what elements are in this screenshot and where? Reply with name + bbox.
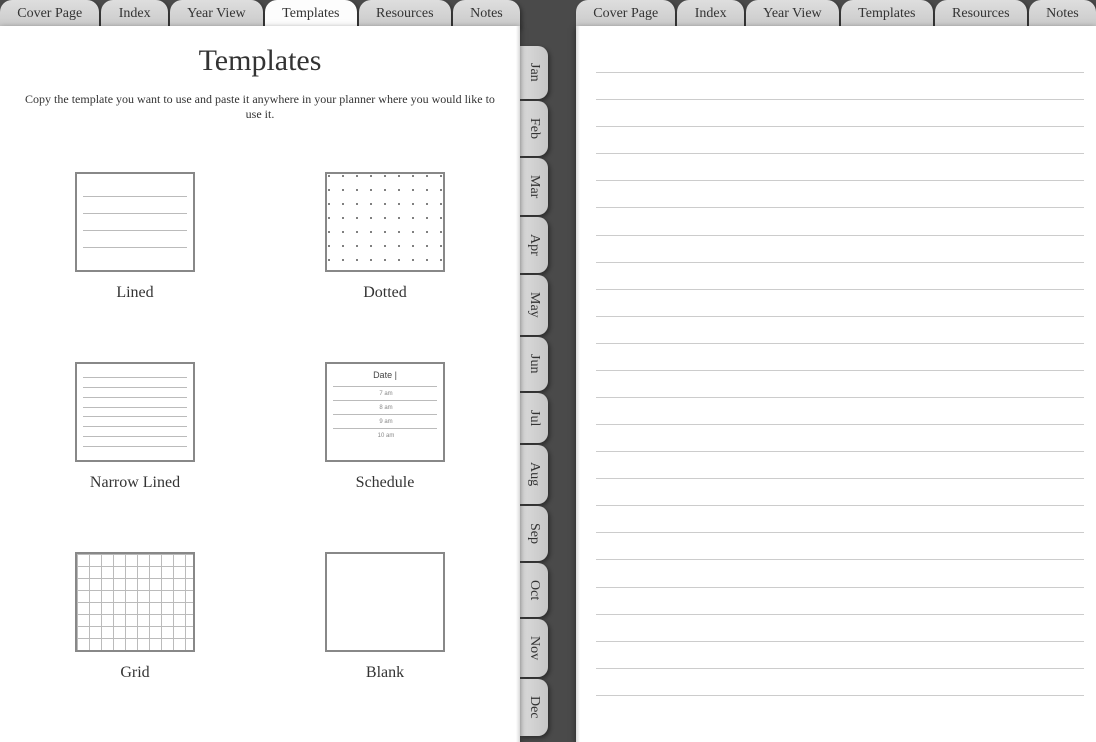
template-label: Blank (320, 664, 450, 682)
tab-resources[interactable]: Resources (359, 0, 451, 28)
template-label: Dotted (320, 284, 450, 302)
template-dotted[interactable]: Dotted (320, 172, 450, 302)
template-preview-blank (325, 552, 445, 652)
template-blank[interactable]: Blank (320, 552, 450, 682)
top-tabs-left: Cover Page Index Year View Templates Res… (0, 0, 520, 28)
tab-label: Cover Page (593, 6, 658, 22)
month-tab-may[interactable]: May (520, 275, 548, 335)
template-grid[interactable]: Grid (70, 552, 200, 682)
tab-label: Year View (187, 6, 246, 22)
tab-cover-page[interactable]: Cover Page (0, 0, 99, 28)
tab-templates[interactable]: Templates (265, 0, 357, 28)
month-tab-nov[interactable]: Nov (520, 619, 548, 677)
template-preview-dotted (325, 172, 445, 272)
schedule-date-label: Date | (333, 370, 437, 380)
month-tab-jan[interactable]: Jan (520, 46, 548, 99)
month-label: Jan (526, 63, 542, 82)
month-label: Jun (526, 354, 542, 373)
tab-label: Year View (763, 6, 822, 22)
month-tab-feb[interactable]: Feb (520, 101, 548, 156)
month-tab-mar[interactable]: Mar (520, 158, 548, 215)
schedule-row: 9 am (333, 414, 437, 428)
month-tab-sep[interactable]: Sep (520, 506, 548, 561)
planner-spread: Cover Page Index Year View Templates Res… (0, 0, 1096, 742)
lined-writing-area[interactable] (596, 46, 1084, 722)
tab-label: Resources (376, 6, 434, 22)
month-label: Nov (526, 636, 542, 660)
month-tab-jul[interactable]: Jul (520, 393, 548, 443)
left-page: Templates Copy the template you want to … (0, 26, 520, 742)
tab-resources[interactable]: Resources (935, 0, 1027, 28)
month-label: Oct (526, 580, 542, 600)
tab-index[interactable]: Index (677, 0, 743, 28)
tab-label: Index (119, 6, 151, 22)
month-label: Aug (526, 462, 542, 486)
template-preview-narrow (75, 362, 195, 462)
template-narrow-lined[interactable]: Narrow Lined (70, 362, 200, 492)
tab-year-view[interactable]: Year View (746, 0, 839, 28)
tab-index[interactable]: Index (101, 0, 167, 28)
tab-label: Index (695, 6, 727, 22)
tab-notes[interactable]: Notes (1029, 0, 1096, 28)
right-page (576, 26, 1096, 742)
tab-label: Templates (858, 6, 915, 22)
template-label: Grid (70, 664, 200, 682)
tab-label: Templates (282, 6, 339, 22)
right-side: Cover Page Index Year View Templates Res… (548, 0, 1096, 742)
tab-notes[interactable]: Notes (453, 0, 520, 28)
template-preview-lined (75, 172, 195, 272)
template-label: Schedule (320, 474, 450, 492)
tab-label: Notes (470, 6, 503, 22)
template-schedule[interactable]: Date | 7 am 8 am 9 am 10 am Schedule (320, 362, 450, 492)
template-label: Narrow Lined (70, 474, 200, 492)
month-label: Dec (526, 696, 542, 719)
month-label: May (526, 292, 542, 318)
month-label: Apr (526, 234, 542, 256)
tab-label: Notes (1046, 6, 1079, 22)
month-label: Mar (526, 175, 542, 198)
month-label: Feb (526, 118, 542, 139)
tab-label: Cover Page (17, 6, 82, 22)
month-tab-apr[interactable]: Apr (520, 217, 548, 273)
tab-year-view[interactable]: Year View (170, 0, 263, 28)
template-label: Lined (70, 284, 200, 302)
month-tab-aug[interactable]: Aug (520, 445, 548, 503)
left-side: Cover Page Index Year View Templates Res… (0, 0, 548, 742)
template-preview-grid (75, 552, 195, 652)
top-tabs-right: Cover Page Index Year View Templates Res… (576, 0, 1096, 28)
tab-label: Resources (952, 6, 1010, 22)
template-preview-schedule: Date | 7 am 8 am 9 am 10 am (325, 362, 445, 462)
month-label: Jul (526, 410, 542, 426)
month-tabs-left: Jan Feb Mar Apr May Jun Jul Aug Sep Oct … (520, 46, 548, 736)
templates-grid: Lined Dotted Narrow Lined (0, 122, 520, 702)
month-label: Sep (526, 523, 542, 544)
template-lined[interactable]: Lined (70, 172, 200, 302)
tab-templates[interactable]: Templates (841, 0, 933, 28)
schedule-row: 8 am (333, 400, 437, 414)
page-title: Templates (0, 44, 520, 78)
schedule-row: 10 am (333, 428, 437, 442)
month-tab-oct[interactable]: Oct (520, 563, 548, 617)
tab-cover-page[interactable]: Cover Page (576, 0, 675, 28)
page-subtitle: Copy the template you want to use and pa… (0, 92, 520, 122)
schedule-row: 7 am (333, 386, 437, 400)
month-tab-dec[interactable]: Dec (520, 679, 548, 736)
month-tab-jun[interactable]: Jun (520, 337, 548, 391)
